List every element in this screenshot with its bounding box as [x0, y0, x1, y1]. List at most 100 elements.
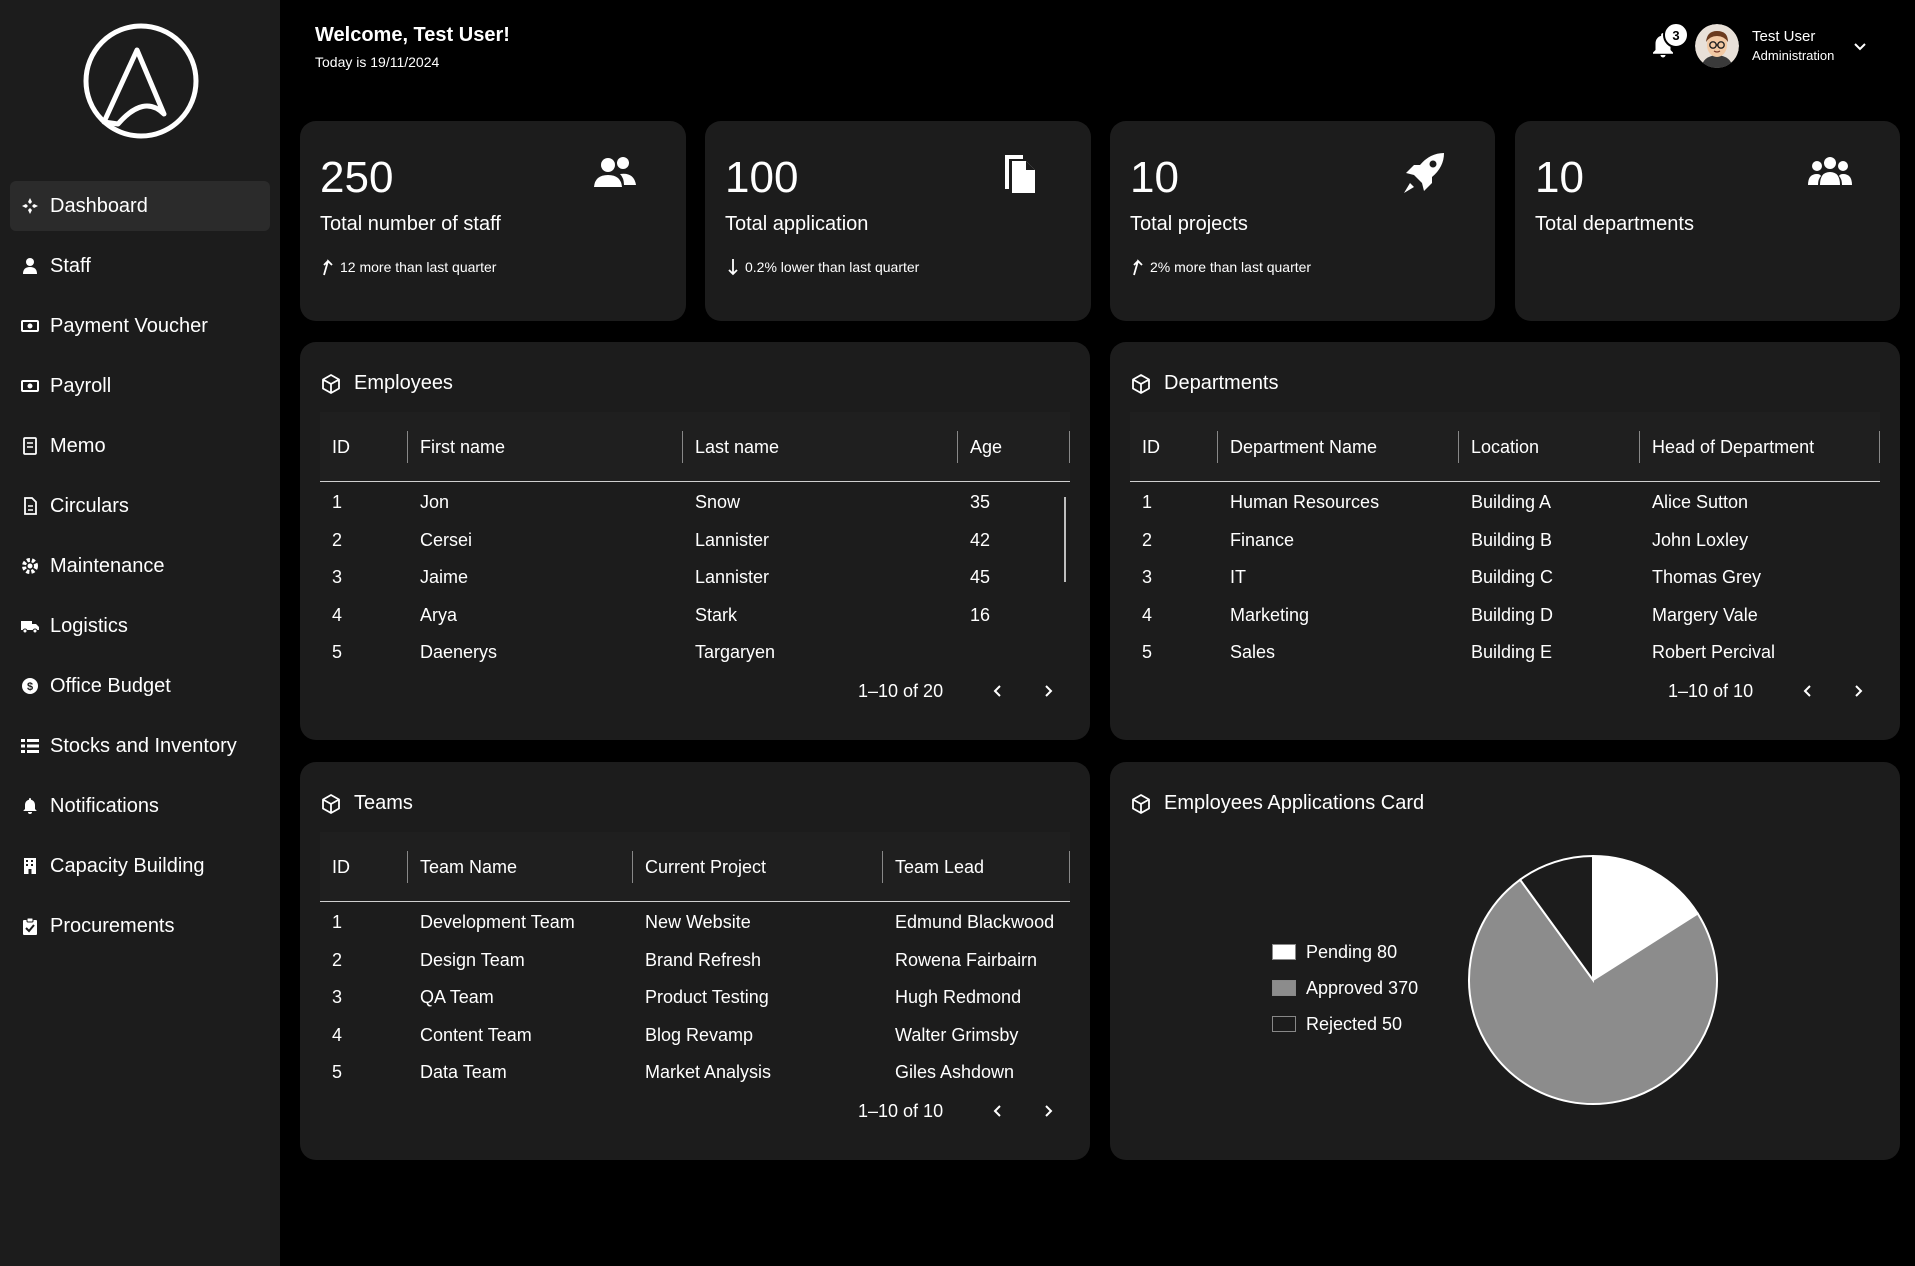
table-row[interactable]: 5 Sales Building E Robert Percival	[1130, 634, 1880, 672]
cell-first-name: Cersei	[420, 529, 473, 550]
cell-age: 16	[970, 604, 991, 625]
cell-project: Brand Refresh	[645, 949, 762, 970]
table-row[interactable]: 4 Arya Stark 16	[320, 597, 1070, 635]
cell-location: Building D	[1471, 604, 1554, 625]
next-page-button[interactable]	[1033, 676, 1063, 706]
sidebar-item-maintenance[interactable]: Maintenance	[10, 541, 270, 591]
table-row[interactable]: 1 Human Resources Building A Alice Sutton	[1130, 484, 1880, 522]
previous-page-button[interactable]	[1793, 676, 1823, 706]
sidebar-item-label: Office Budget	[50, 674, 171, 697]
memo-icon	[23, 437, 37, 455]
column-header-head-of-department[interactable]: Head of Department	[1640, 430, 1880, 463]
table-row[interactable]: 2 Cersei Lannister 42	[320, 522, 1070, 560]
table-body: 1 Jon Snow 35 2 Cersei Lannister 42 3 Jaime Lann…	[320, 482, 1070, 672]
list-icon	[21, 739, 39, 753]
sidebar-item-logistics[interactable]: Logistics	[10, 601, 270, 651]
sidebar-item-notifications[interactable]: Notifications	[10, 781, 270, 831]
document-icon	[24, 497, 37, 515]
legend-swatch	[1272, 980, 1296, 996]
legend-item-approved[interactable]: Approved 370	[1272, 970, 1418, 1006]
cube-icon	[322, 793, 340, 814]
column-header-department-name[interactable]: Department Name	[1218, 430, 1459, 463]
cell-last-name: Targaryen	[695, 642, 776, 663]
previous-page-button[interactable]	[983, 676, 1013, 706]
next-page-button[interactable]	[1843, 676, 1873, 706]
cell-team-name: Content Team	[420, 1024, 532, 1045]
sidebar-item-payroll[interactable]: Payroll	[10, 361, 270, 411]
departments-table: ID Department Name Location Head of Depa…	[1130, 412, 1880, 672]
cell-age: 35	[970, 492, 991, 513]
sidebar-item-procurements[interactable]: Procurements	[10, 901, 270, 951]
sidebar-item-circulars[interactable]: Circulars	[10, 481, 270, 531]
stat-card-projects: 10 Total projects 2% more than last quar…	[1110, 121, 1495, 321]
legend-item-pending[interactable]: Pending 80	[1272, 934, 1418, 970]
cell-last-name: Lannister	[695, 529, 770, 550]
column-header-id[interactable]: ID	[320, 850, 408, 883]
cell-age: 45	[970, 567, 991, 588]
sidebar-item-capacity-building[interactable]: Capacity Building	[10, 841, 270, 891]
stat-label: Total application	[725, 213, 869, 235]
table-row[interactable]: 5 Data Team Market Analysis Giles Ashdown	[320, 1054, 1070, 1092]
column-header-location[interactable]: Location	[1459, 430, 1640, 463]
chevron-down-icon[interactable]	[1850, 36, 1870, 56]
trend-up-icon	[323, 259, 333, 276]
user-avatar[interactable]	[1695, 24, 1739, 68]
table-row[interactable]: 1 Development Team New Website Edmund Black…	[320, 904, 1070, 942]
sidebar-item-dashboard[interactable]: Dashboard	[10, 181, 270, 231]
table-row[interactable]: 3 IT Building C Thomas Grey	[1130, 559, 1880, 597]
table-row[interactable]: 3 Jaime Lannister 45	[320, 559, 1070, 597]
column-header-current-project[interactable]: Current Project	[633, 850, 883, 883]
app-logo[interactable]	[82, 22, 200, 140]
cell-age: 42	[970, 529, 991, 550]
cell-location: Building B	[1471, 529, 1553, 550]
sidebar-item-payment-voucher[interactable]: Payment Voucher	[10, 301, 270, 351]
table-row[interactable]: 4 Content Team Blog Revamp Walter Grimsby	[320, 1017, 1070, 1055]
sidebar-item-office-budget[interactable]: $ Office Budget	[10, 661, 270, 711]
cell-id: 3	[332, 567, 343, 588]
cell-last-name: Lannister	[695, 567, 770, 588]
panel-title: Teams	[320, 792, 413, 815]
sidebar-nav: Dashboard Staff Payment Voucher Payroll Memo…	[10, 181, 270, 961]
stat-trend: 12 more than last quarter	[320, 257, 496, 277]
cell-location: Building A	[1471, 492, 1552, 513]
pagination: 1–10 of 10	[858, 1096, 1083, 1126]
column-header-first-name[interactable]: First name	[408, 430, 683, 463]
table-row[interactable]: 2 Design Team Brand Refresh Rowena Fairbair…	[320, 942, 1070, 980]
table-header: ID First name Last name Age	[320, 412, 1070, 482]
sidebar-item-staff[interactable]: Staff	[10, 241, 270, 291]
cell-department-name: Sales	[1230, 642, 1276, 663]
cell-id: 5	[1142, 642, 1153, 663]
cell-department-name: Finance	[1230, 529, 1295, 550]
cell-location: Building C	[1471, 567, 1554, 588]
gear-icon	[22, 558, 38, 574]
trend-up-icon	[1133, 259, 1143, 276]
sidebar-item-label: Notifications	[50, 794, 159, 817]
table-row[interactable]: 5 Daenerys Targaryen	[320, 634, 1070, 672]
table-row[interactable]: 2 Finance Building B John Loxley	[1130, 522, 1880, 560]
legend-item-rejected[interactable]: Rejected 50	[1272, 1006, 1418, 1042]
column-header-team-name[interactable]: Team Name	[408, 850, 633, 883]
sidebar-item-stocks-and-inventory[interactable]: Stocks and Inventory	[10, 721, 270, 771]
stat-card-departments: 10 Total departments	[1515, 121, 1900, 321]
table-row[interactable]: 3 QA Team Product Testing Hugh Redmond	[320, 979, 1070, 1017]
cell-team-lead: Edmund Blackwood	[895, 912, 1055, 933]
column-header-age[interactable]: Age	[958, 430, 1070, 463]
cell-team-name: QA Team	[420, 987, 494, 1008]
table-row[interactable]: 4 Marketing Building D Margery Vale	[1130, 597, 1880, 635]
column-header-id[interactable]: ID	[1130, 430, 1218, 463]
sidebar-item-label: Payment Voucher	[50, 314, 208, 337]
previous-page-button[interactable]	[983, 1096, 1013, 1126]
legend-label: Approved 370	[1306, 977, 1419, 998]
cell-id: 4	[332, 604, 343, 625]
cell-id: 5	[332, 1062, 343, 1083]
column-header-id[interactable]: ID	[320, 430, 408, 463]
sidebar-item-memo[interactable]: Memo	[10, 421, 270, 471]
column-header-last-name[interactable]: Last name	[683, 430, 958, 463]
table-row[interactable]: 1 Jon Snow 35	[320, 484, 1070, 522]
next-page-button[interactable]	[1033, 1096, 1063, 1126]
table-scrollbar[interactable]	[1064, 497, 1066, 582]
stat-value: 10	[1130, 153, 1179, 202]
cube-icon	[1132, 793, 1150, 814]
sidebar-item-label: Staff	[50, 254, 91, 277]
column-header-team-lead[interactable]: Team Lead	[883, 850, 1070, 883]
